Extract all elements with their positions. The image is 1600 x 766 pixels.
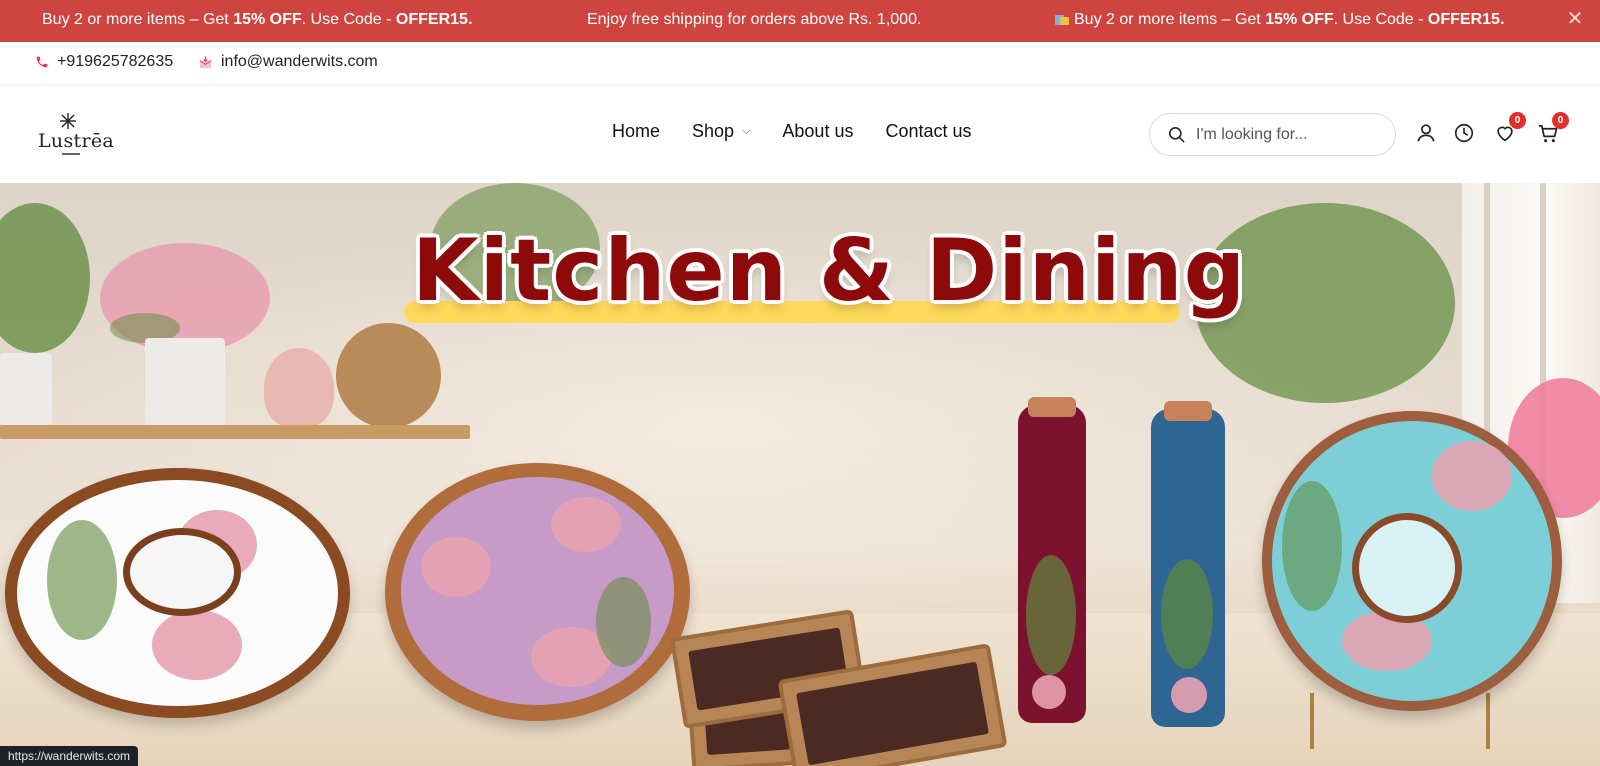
announcement-bar: Buy 2 or more items – Get 15% OFF. Use C… (0, 0, 1600, 42)
account-button[interactable] (1413, 120, 1439, 146)
user-icon (1417, 124, 1435, 142)
announcement-text: . Use Code - (301, 11, 396, 28)
announcement-text: Buy 2 or more items – Get (42, 11, 234, 28)
hero-banner[interactable]: Kitchen & Dining (0, 183, 1600, 766)
wishlist-button[interactable]: 0 (1492, 112, 1526, 146)
close-announcement-button[interactable]: ✕ (1564, 8, 1586, 30)
clock-icon (1454, 123, 1474, 143)
phone-link[interactable]: +919625782635 (35, 53, 173, 71)
hero-title-block: Kitchen & Dining (404, 219, 1245, 339)
product-chip-dip-bowl-image (5, 468, 350, 718)
hero-title: Kitchen & Dining (412, 221, 1247, 321)
phone-number: +919625782635 (57, 53, 174, 70)
hero-shelf-image (0, 425, 470, 439)
nav-label: Home (612, 121, 661, 141)
nav-home[interactable]: Home (612, 121, 660, 142)
announcement-code: OFFER15. (1427, 11, 1505, 28)
email-link[interactable]: info@wanderwits.com (198, 53, 378, 71)
product-round-tray-image (385, 463, 690, 721)
announcement-discount: 15% OFF (233, 11, 302, 28)
browser-status-url: https://wanderwits.com (0, 746, 139, 766)
nav-about-us[interactable]: About us (782, 121, 853, 142)
nav-label: About us (782, 121, 854, 141)
shopping-bags-icon (1055, 12, 1069, 25)
cart-count-badge: 0 (1552, 112, 1569, 129)
recently-viewed-button[interactable] (1451, 120, 1477, 146)
announcement-code: OFFER15. (395, 11, 473, 28)
brand-logo[interactable]: Lustrēa (36, 112, 114, 160)
nav-contact-us[interactable]: Contact us (885, 121, 971, 142)
product-bottle-maroon-image (1018, 397, 1086, 723)
search-icon (1168, 126, 1185, 143)
phone-icon (36, 56, 48, 68)
announcement-message-offer: Buy 2 or more items – Get 15% OFF. Use C… (42, 11, 472, 29)
hero-pot-image (0, 353, 52, 425)
hero-vase-image (264, 348, 334, 428)
announcement-text: . Use Code - (1333, 11, 1428, 28)
search-box[interactable] (1149, 113, 1396, 156)
contact-bar: +919625782635 info@wanderwits.com (0, 42, 1600, 85)
email-address: info@wanderwits.com (221, 53, 378, 70)
search-input[interactable] (1196, 125, 1386, 144)
close-icon: ✕ (1566, 8, 1584, 30)
wishlist-count-badge: 0 (1509, 112, 1526, 129)
announcement-discount: 15% OFF (1265, 11, 1334, 28)
email-icon (199, 55, 212, 68)
logo-divider (62, 153, 80, 155)
announcement-message-offer-repeat: Buy 2 or more items – Get 15% OFF. Use C… (1055, 11, 1504, 29)
brand-name: Lustrēa (38, 130, 114, 152)
product-bottle-blue-image (1151, 401, 1225, 727)
announcement-message-shipping: Enjoy free shipping for orders above Rs.… (587, 11, 922, 28)
main-navigation: Home Shop ⌵ About us Contact us (612, 121, 972, 142)
hero-pot-image (145, 338, 225, 426)
cart-button[interactable]: 0 (1535, 112, 1569, 146)
product-platter-image (1262, 411, 1562, 711)
site-header: Lustrēa Home Shop ⌵ About us Contact us 0… (0, 85, 1600, 183)
announcement-text: Buy 2 or more items – Get (1074, 11, 1266, 28)
nav-label: Contact us (885, 121, 972, 141)
nav-shop[interactable]: Shop ⌵ (692, 121, 750, 142)
chevron-down-icon: ⌵ (742, 125, 751, 137)
logo-star-icon (60, 113, 76, 129)
nav-label: Shop (692, 121, 735, 141)
